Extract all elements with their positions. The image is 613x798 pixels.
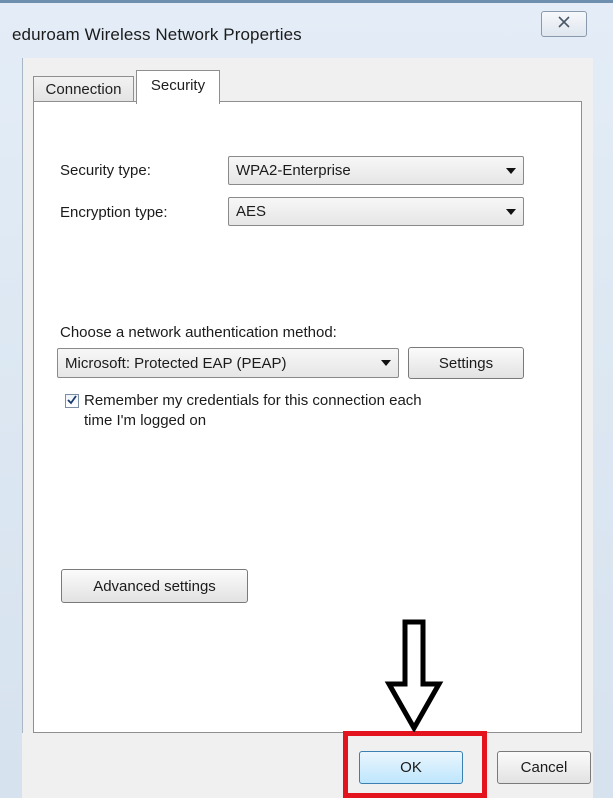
ok-button-highlight xyxy=(343,731,487,798)
cancel-button-label: Cancel xyxy=(520,759,568,776)
remember-credentials-checkbox[interactable] xyxy=(65,394,79,408)
chevron-down-icon xyxy=(506,208,516,215)
security-type-label: Security type: xyxy=(60,162,151,179)
security-type-select[interactable]: WPA2-Enterprise xyxy=(228,156,524,185)
tab-connection-label: Connection xyxy=(45,81,122,98)
security-type-value: WPA2-Enterprise xyxy=(236,162,351,179)
down-arrow-icon xyxy=(384,618,444,734)
chevron-down-icon xyxy=(381,360,391,366)
screen: eduroam Wireless Network Properties Conn… xyxy=(0,0,613,798)
close-icon xyxy=(558,15,570,33)
auth-method-value: Microsoft: Protected EAP (PEAP) xyxy=(65,354,287,372)
remember-credentials-label-line1: Remember my credentials for this connect… xyxy=(84,392,422,409)
tab-security-label: Security xyxy=(150,77,206,94)
advanced-settings-button-label: Advanced settings xyxy=(93,577,216,595)
dialog-footer: OK Cancel xyxy=(22,733,592,798)
cancel-button[interactable]: Cancel xyxy=(497,751,591,784)
remember-credentials-label-line2: time I'm logged on xyxy=(84,412,207,429)
encryption-type-select[interactable]: AES xyxy=(228,197,524,226)
encryption-type-value: AES xyxy=(236,203,267,220)
tab-connection[interactable]: Connection xyxy=(33,76,134,102)
auth-method-label: Choose a network authentication method: xyxy=(60,324,337,341)
encryption-type-label: Encryption type: xyxy=(60,204,168,221)
close-button[interactable] xyxy=(541,11,587,37)
security-tab-panel: Security type: WPA2-Enterprise Encryptio… xyxy=(33,101,582,733)
window-title: eduroam Wireless Network Properties xyxy=(12,25,302,44)
advanced-settings-button[interactable]: Advanced settings xyxy=(61,569,248,603)
auth-method-select[interactable]: Microsoft: Protected EAP (PEAP) xyxy=(57,348,399,378)
chevron-down-icon xyxy=(506,167,516,174)
settings-button-label: Settings xyxy=(438,354,494,372)
tab-security[interactable]: Security xyxy=(136,70,220,104)
settings-button[interactable]: Settings xyxy=(408,347,524,379)
checkmark-icon xyxy=(67,392,77,410)
